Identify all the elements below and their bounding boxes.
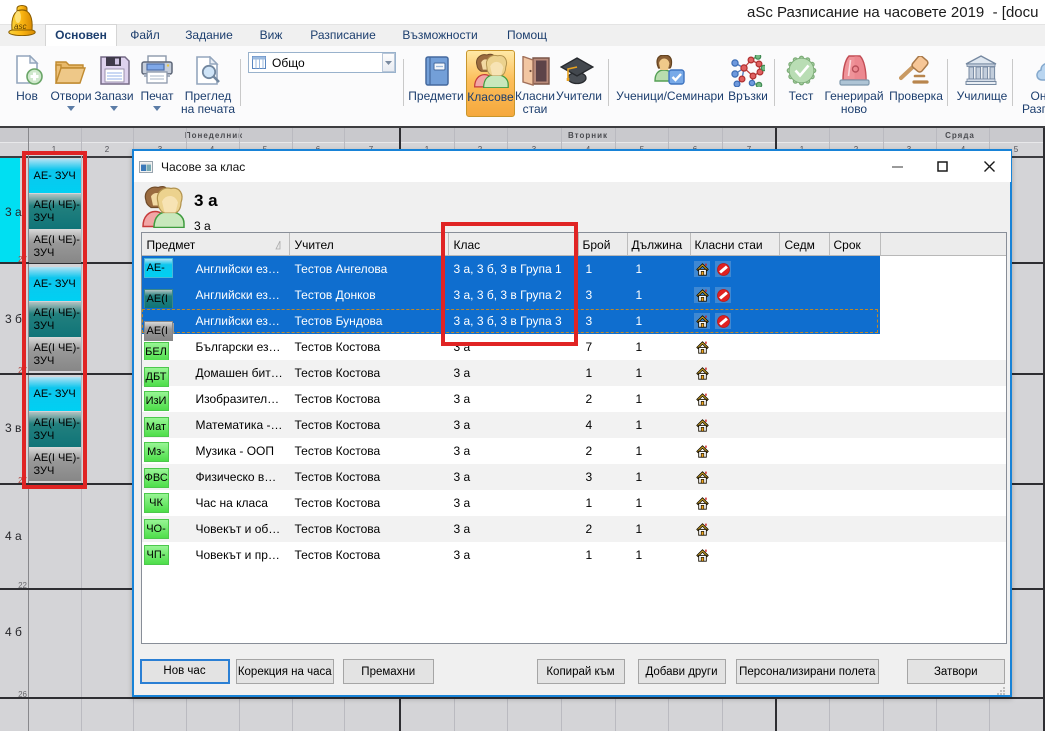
svg-text:asc: asc [14, 22, 26, 31]
